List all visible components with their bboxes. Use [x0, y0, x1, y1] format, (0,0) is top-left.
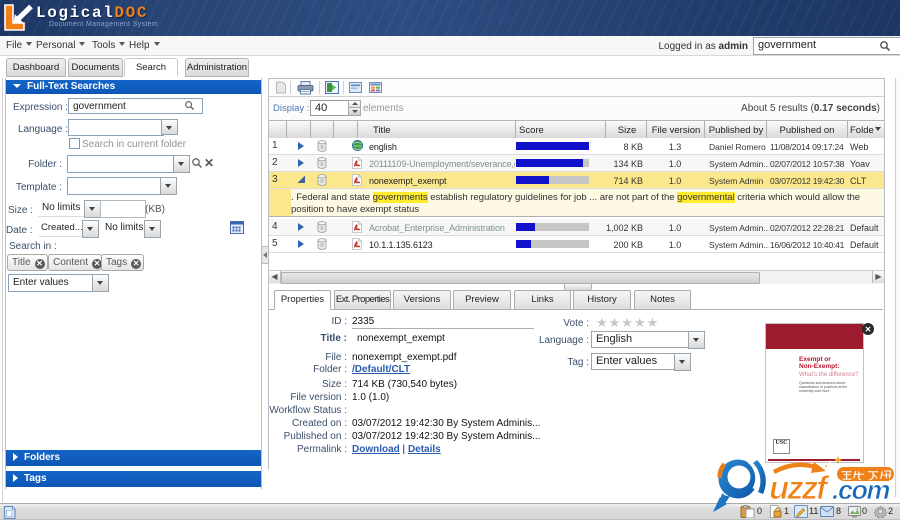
svg-text:uzzf: uzzf	[769, 469, 830, 506]
